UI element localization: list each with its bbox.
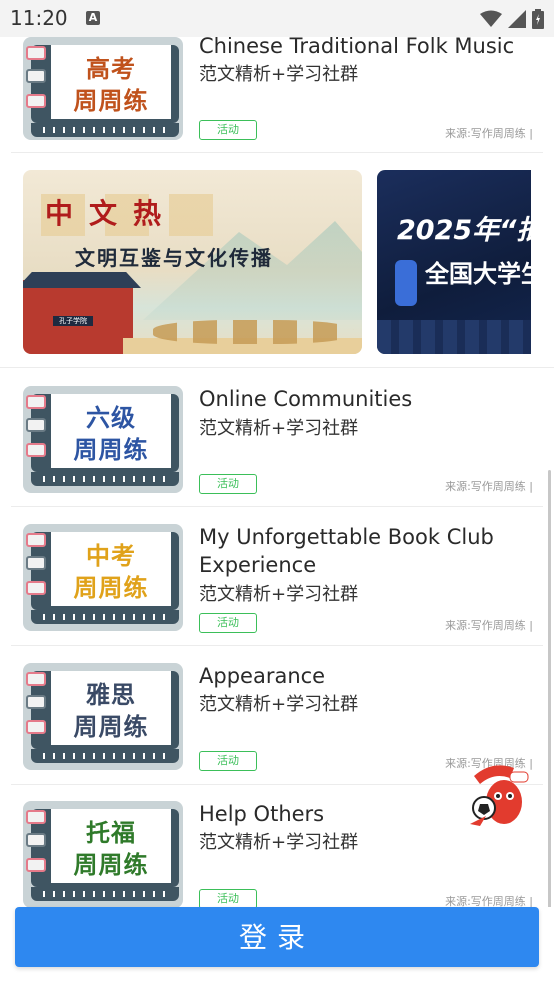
article-subtitle: 范文精析+学习社群 [199,584,359,605]
activity-tag: 活动 [199,613,257,633]
banner-sign: 孔子学院 [53,316,93,326]
activity-tag: 活动 [199,120,257,140]
thumbnail-line2: 周周练 [73,573,149,602]
article-subtitle: 范文精析+学习社群 [199,694,359,715]
article-item[interactable]: 中考 周周练 My Unforgettable Book Club Experi… [11,507,543,646]
thumbs-up-icon [395,260,417,306]
thumbnail-line2: 周周练 [73,86,149,115]
article-item[interactable]: 六级 周周练 Online Communities 范文精析+学习社群 活动 来… [11,368,543,507]
activity-tag: 活动 [199,474,257,494]
article-source: 来源:写作周周练 | [445,895,533,907]
signal-icon [508,10,526,28]
status-icons [480,9,544,29]
battery-icon [532,9,544,29]
login-button[interactable]: 登录 [15,907,539,967]
thumbnail-line1: 中考 [86,541,136,570]
article-source: 来源:写作周周练 | [445,127,533,140]
thumbnail-line1: 高考 [86,54,136,83]
activity-tag: 活动 [199,751,257,771]
thumbnail-line1: 六级 [86,403,136,432]
activity-tag: 活动 [199,889,257,907]
article-item[interactable]: 高考 周周练 Chinese Traditional Folk Music 范文… [11,37,543,153]
article-source: 来源:写作周周练 | [445,480,533,493]
article-thumbnail: 托福 周周练 [23,801,183,907]
banner2-line1: 2025年“批 [397,215,531,246]
thumbnail-line2: 周周练 [73,850,149,879]
article-title[interactable]: My Unforgettable Book Club Experience [199,523,529,579]
notification-icon: A [86,11,100,25]
article-source: 来源:写作周周练 | [445,619,533,632]
banner-carousel[interactable]: 中文热 文明互鉴与文化传播 孔子学院 2025年“批 全国大学生 [0,154,554,368]
banner-college-event[interactable]: 2025年“批 全国大学生 [377,170,531,354]
status-time: 11:20 [10,6,68,30]
thumbnail-line1: 雅思 [86,680,136,709]
article-subtitle: 范文精析+学习社群 [199,64,359,85]
article-thumbnail: 雅思 周周练 [23,663,183,770]
banner2-line2: 全国大学生 [425,260,531,288]
banner-chinese-culture[interactable]: 中文热 文明互鉴与文化传播 孔子学院 [23,170,362,354]
article-title[interactable]: Appearance [199,662,529,690]
banner-subtitle: 文明互鉴与文化传播 [75,246,273,270]
article-title[interactable]: Online Communities [199,385,529,413]
login-bar: 登录 [0,907,554,984]
wifi-icon [480,10,502,27]
article-subtitle: 范文精析+学习社群 [199,418,359,439]
article-subtitle: 范文精析+学习社群 [199,832,359,853]
scrollbar[interactable] [548,470,551,910]
article-thumbnail: 高考 周周练 [23,37,183,140]
banner-title: 中文热 [45,197,178,230]
thumbnail-line2: 周周练 [73,435,149,464]
mascot-icon[interactable] [464,758,530,830]
status-bar: 11:20 A [0,0,554,37]
article-title[interactable]: Chinese Traditional Folk Music [199,37,529,60]
thumbnail-line2: 周周练 [73,712,149,741]
camel-caravan-image [153,320,353,344]
article-thumbnail: 中考 周周练 [23,524,183,631]
thumbnail-line1: 托福 [86,818,136,847]
article-thumbnail: 六级 周周练 [23,386,183,493]
